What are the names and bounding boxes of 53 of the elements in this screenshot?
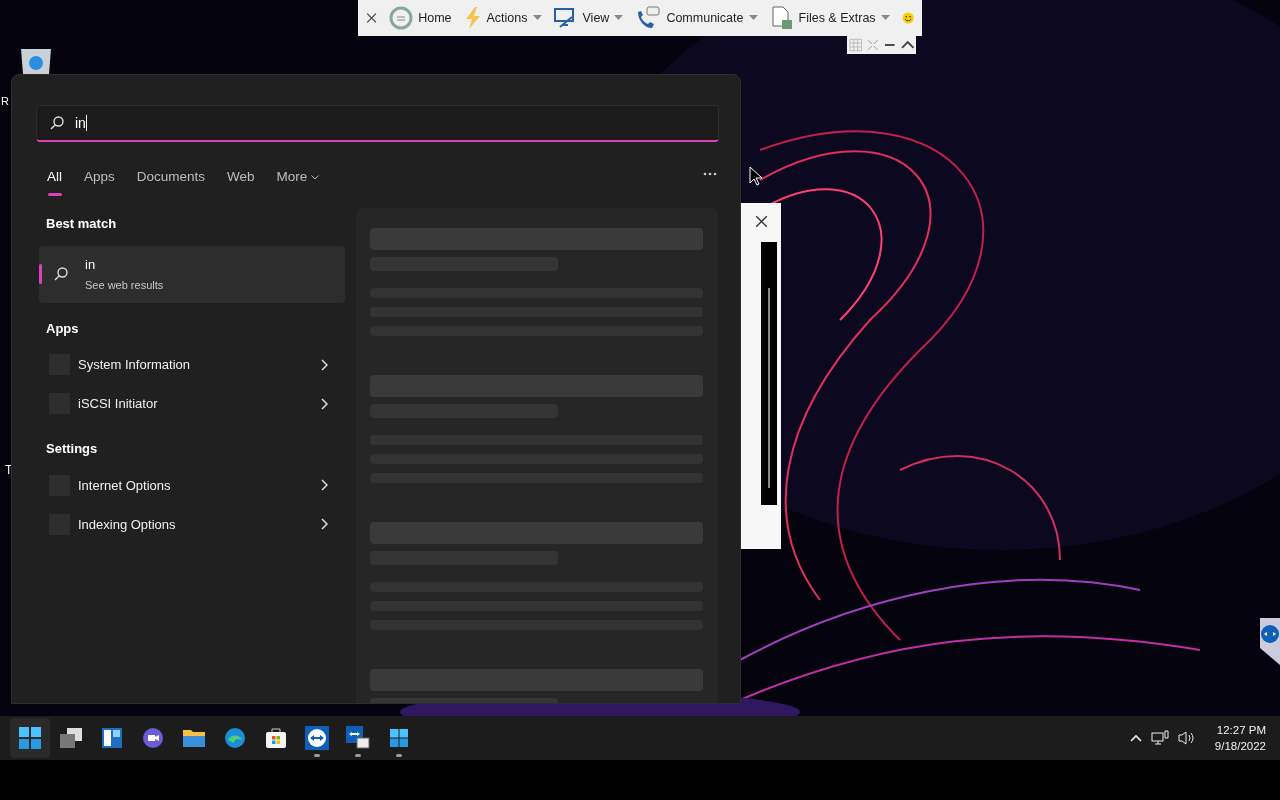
toolbar-menu-button[interactable]: Home: [389, 6, 452, 30]
toolbar-menu-button[interactable]: Communicate: [635, 6, 758, 30]
file-puzzle-icon: [769, 6, 794, 30]
network-icon[interactable]: [1150, 730, 1169, 746]
folder-icon: [182, 728, 206, 748]
filter-tab[interactable]: More: [276, 167, 320, 197]
search-icon: [49, 115, 65, 131]
video-chat-icon: [142, 727, 164, 749]
search-icon: [53, 266, 69, 283]
lightning-icon: [463, 7, 482, 29]
section-heading: Apps: [46, 319, 80, 338]
result-subtitle: See web results: [85, 278, 164, 294]
chevron-up-icon[interactable]: [1129, 734, 1142, 742]
taskbar-app-button[interactable]: [10, 718, 50, 758]
best-match-item[interactable]: in See web results: [39, 245, 345, 303]
result-item[interactable]: System Information: [39, 345, 345, 385]
section-heading: Settings: [46, 440, 99, 459]
double-arrow-icon: [305, 726, 329, 750]
search-field[interactable]: in: [36, 105, 719, 142]
clock[interactable]: 12:27 PM 9/18/2022: [1214, 722, 1266, 754]
search-text: in: [75, 113, 86, 133]
widgets-icon: [101, 727, 123, 749]
chevron-right-icon: [320, 397, 328, 410]
toolbar-menu-button[interactable]: View: [553, 7, 624, 29]
more-options-icon[interactable]: [703, 172, 717, 176]
chevron-right-icon: [320, 479, 328, 492]
filter-tab[interactable]: Apps: [84, 167, 115, 197]
chevron-right-icon: [320, 358, 328, 371]
phone-chat-icon: [635, 6, 662, 30]
double-arrow-chat-icon: [346, 726, 370, 750]
mouse-cursor-icon: [749, 166, 763, 186]
home-ring-icon: [389, 6, 414, 30]
result-title: in: [85, 255, 97, 274]
result-item[interactable]: Indexing Options: [39, 504, 345, 544]
speaker-icon[interactable]: [1177, 730, 1196, 746]
window-icon: [389, 728, 409, 748]
task-view-icon: [59, 727, 83, 749]
result-item[interactable]: iSCSI Initiator: [39, 384, 345, 424]
shopping-bag-icon: [265, 727, 287, 749]
chevron-up-icon[interactable]: [900, 39, 914, 51]
filter-tab[interactable]: Documents: [136, 167, 206, 197]
windows-logo-icon: [18, 726, 42, 750]
wave-circle-icon: [224, 727, 246, 749]
toolbar-menu-button[interactable]: Files & Extras: [769, 6, 890, 30]
close-icon[interactable]: [756, 216, 767, 227]
filter-tab[interactable]: All: [47, 167, 62, 197]
filter-tab[interactable]: Web: [227, 167, 255, 197]
recycle-bin-icon: [19, 47, 53, 74]
result-item[interactable]: Internet Options: [39, 465, 345, 505]
desktop-icon-label: R: [1, 94, 9, 109]
toolbar-menu-button[interactable]: Actions: [463, 7, 542, 29]
section-heading: Best match: [46, 215, 118, 234]
chevron-right-icon: [320, 518, 328, 531]
